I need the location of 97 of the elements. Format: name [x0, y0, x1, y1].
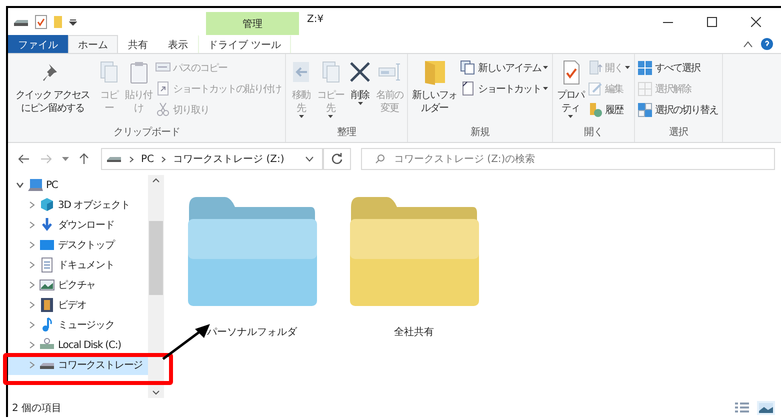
caret-icon — [298, 115, 304, 118]
group-label: 開く — [583, 126, 604, 140]
edit-icon — [587, 80, 603, 96]
search-icon — [375, 154, 385, 164]
ribbon-tab[interactable]: ホーム — [68, 35, 118, 53]
maximize-icon[interactable] — [707, 16, 717, 26]
drive-icon — [106, 155, 122, 163]
history-icon — [587, 102, 603, 118]
item-count: 2 個の項目 — [12, 402, 62, 414]
ribbon-button[interactable]: プロパティ — [555, 58, 586, 125]
document-icon — [39, 257, 55, 273]
breadcrumb[interactable]: PC — [141, 154, 154, 164]
chevron-right-icon[interactable] — [28, 241, 36, 249]
ribbon-button[interactable]: 選択の切り替え — [637, 100, 720, 119]
tree-item[interactable]: デスクトップ — [8, 235, 148, 255]
shortcut-icon — [155, 80, 171, 96]
computer-icon — [27, 177, 43, 193]
caret-icon — [543, 87, 548, 90]
select-all-icon — [637, 60, 653, 76]
chevron-right-icon[interactable] — [28, 261, 36, 269]
back-arrow-icon[interactable] — [18, 154, 30, 164]
chevron-right-icon[interactable] — [28, 361, 36, 369]
folder-item[interactable]: 全社共有 — [346, 193, 482, 341]
ribbon-button[interactable]: 履歴 — [587, 100, 632, 119]
open-icon — [587, 60, 603, 76]
tree-item[interactable]: ドキュメント — [8, 255, 148, 275]
tree-item[interactable]: ビデオ — [8, 295, 148, 315]
group-label: 新規 — [470, 126, 490, 140]
group-label: クリップボード — [112, 126, 181, 140]
tree-item[interactable]: ダウンロード — [8, 215, 148, 235]
chevron-right-icon[interactable] — [28, 221, 36, 229]
desktop-icon — [39, 237, 55, 253]
group-label: 整理 — [336, 126, 358, 140]
chevron-right-icon — [161, 156, 166, 162]
caret-icon — [543, 66, 548, 69]
breadcrumb[interactable]: コワークストレージ (Z:) — [173, 152, 284, 166]
new-item-icon — [460, 60, 476, 76]
group-label: 選択 — [668, 126, 689, 140]
tree-item[interactable]: コワークストレージ — [8, 355, 148, 375]
chevron-right-icon[interactable] — [28, 301, 36, 309]
ribbon-button[interactable]: 削除 — [347, 58, 373, 125]
cube-icon — [39, 197, 55, 213]
chevron-right-icon[interactable] — [28, 321, 36, 329]
scroll-thumb[interactable] — [149, 221, 163, 295]
help-icon[interactable] — [761, 38, 773, 50]
search-field[interactable]: コワークストレージ (Z:)の検索 — [361, 148, 775, 170]
download-arrow-icon — [39, 217, 55, 233]
film-icon — [39, 297, 55, 313]
folder-icon — [187, 195, 317, 307]
scroll-up-icon[interactable] — [152, 178, 160, 183]
caret-icon — [568, 115, 573, 118]
chevron-right-icon[interactable] — [28, 281, 36, 289]
recent-caret-icon[interactable] — [62, 157, 69, 161]
caret-icon[interactable] — [69, 18, 77, 26]
ribbon-button[interactable]: 新しいフォルダー — [410, 58, 459, 125]
invert-selection-icon — [637, 102, 653, 118]
refresh-button[interactable] — [323, 148, 351, 170]
folder-icon — [422, 60, 446, 86]
tree-item[interactable]: PC — [8, 175, 148, 195]
properties-icon[interactable] — [35, 14, 47, 28]
ribbon-tab[interactable]: ドライブ ツール — [198, 35, 292, 53]
chevron-right-icon — [129, 156, 134, 162]
scrollbar[interactable] — [148, 175, 164, 398]
large-icons-view-button[interactable] — [757, 400, 775, 414]
folder-item[interactable]: パーソナルフォルダ — [184, 193, 320, 341]
up-arrow-icon[interactable] — [79, 153, 89, 165]
caret-icon — [625, 66, 630, 69]
collapse-ribbon-icon[interactable] — [743, 40, 753, 48]
ribbon-tab[interactable]: 表示 — [158, 35, 198, 53]
select-none-icon — [637, 80, 653, 96]
address-field[interactable]: PC コワークストレージ (Z:) — [101, 148, 323, 170]
tree-item[interactable]: Local Disk (C:) — [8, 335, 148, 355]
chevron-right-icon[interactable] — [28, 341, 36, 349]
ribbon-button[interactable]: 新しいアイテム — [460, 58, 550, 77]
shortcut-icon — [460, 80, 476, 96]
chevron-right-icon[interactable] — [28, 201, 36, 209]
tree-item[interactable]: ミュージック — [8, 315, 148, 335]
refresh-icon — [331, 153, 343, 165]
tree-item[interactable]: 3D オブジェクト — [8, 195, 148, 215]
details-view-button[interactable] — [733, 400, 751, 414]
scroll-down-icon[interactable] — [152, 390, 160, 395]
window-title: Z:¥ — [306, 13, 325, 27]
ribbon-tab[interactable]: ファイル — [8, 35, 68, 53]
chevron-down-icon[interactable] — [16, 181, 24, 189]
caret-icon — [358, 102, 362, 105]
dropdown-caret-icon — [305, 156, 314, 162]
scissors-icon — [155, 102, 171, 118]
tree-item[interactable]: ピクチャ — [8, 275, 148, 295]
context-tab-label: 管理 — [206, 12, 299, 35]
ribbon-button[interactable]: ショートカット — [460, 79, 550, 98]
close-icon[interactable] — [751, 16, 761, 26]
ribbon-tab[interactable]: 共有 — [118, 35, 158, 53]
caret-icon — [328, 115, 333, 118]
picture-icon — [39, 277, 55, 293]
ribbon-button[interactable]: クイック アクセスにピン留めする — [10, 58, 95, 125]
folder-icon — [349, 195, 479, 307]
ribbon-button[interactable]: すべて選択 — [637, 58, 720, 77]
